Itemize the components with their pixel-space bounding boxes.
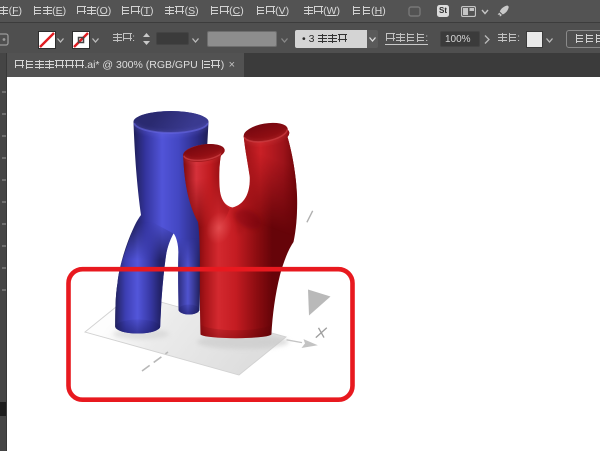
stroke-weight-chevron-icon[interactable] bbox=[192, 37, 199, 43]
opacity-label[interactable]: : bbox=[385, 32, 429, 45]
tool-icon-edge bbox=[2, 157, 6, 159]
dashed-axis-line bbox=[141, 351, 169, 372]
document-tab-bar: .ai* @ 300% (RGB/GPU ) × bbox=[7, 53, 600, 77]
document-tab[interactable]: .ai* @ 300% (RGB/GPU ) × bbox=[7, 53, 244, 77]
tool-icon-edge bbox=[2, 135, 6, 137]
blue-tube[interactable] bbox=[115, 111, 209, 334]
style-swatch[interactable] bbox=[526, 31, 543, 48]
blue-right-foot-shade bbox=[178, 304, 200, 315]
adobe-stock-icon[interactable]: St bbox=[437, 5, 449, 17]
tools-panel-edge[interactable] bbox=[0, 53, 7, 451]
brush-definition-field[interactable]: • 3 bbox=[295, 30, 367, 48]
stroke-weight-field[interactable] bbox=[156, 32, 189, 45]
tool-icon-edge bbox=[2, 113, 6, 115]
tool-icon-edge bbox=[2, 179, 6, 181]
blue-left-foot-shade bbox=[115, 319, 161, 334]
fill-chevron-icon[interactable] bbox=[57, 37, 64, 43]
menu-item-select[interactable]: (S) bbox=[165, 5, 199, 17]
tool-icon-edge bbox=[2, 91, 6, 93]
menu-item-object[interactable]: (O) bbox=[76, 5, 111, 17]
style-chevron-icon[interactable] bbox=[546, 37, 553, 43]
opacity-expand-chevron-icon[interactable] bbox=[484, 35, 490, 44]
menu-item-effect[interactable]: (C) bbox=[209, 5, 244, 17]
tool-icon-edge bbox=[2, 267, 6, 269]
opacity-field[interactable]: 100% bbox=[440, 31, 480, 47]
brush-chevron-button[interactable] bbox=[367, 30, 378, 48]
width-profile-chevron-icon[interactable] bbox=[281, 38, 288, 43]
anchor-reference-icon bbox=[0, 33, 9, 46]
menu-item-file[interactable]: (F) bbox=[0, 5, 22, 17]
brush-bullet: • bbox=[302, 33, 306, 45]
tool-icon-edge bbox=[2, 289, 6, 291]
menu-item-view[interactable]: (V) bbox=[255, 5, 289, 17]
tab-close-icon[interactable]: × bbox=[229, 53, 235, 77]
menu-item-type[interactable]: (T) bbox=[120, 5, 154, 17]
stroke-weight-label: : bbox=[112, 32, 135, 44]
width-profile-field[interactable] bbox=[207, 31, 277, 47]
tool-icon-edge bbox=[2, 245, 6, 247]
x-axis-label: X bbox=[315, 325, 326, 341]
share-icon[interactable] bbox=[408, 6, 422, 18]
control-bar: : • 3 : 100% : bbox=[0, 22, 600, 53]
tool-icon-edge bbox=[2, 201, 6, 203]
stroke-chevron-icon[interactable] bbox=[92, 37, 99, 43]
menu-item-help[interactable]: (H) bbox=[351, 5, 386, 17]
tool-color-well bbox=[0, 402, 6, 416]
rocket-icon[interactable] bbox=[496, 4, 511, 19]
menu-item-window[interactable]: (W) bbox=[303, 5, 340, 17]
tick-slash bbox=[306, 210, 314, 223]
style-label: : bbox=[497, 32, 520, 44]
play-triangle bbox=[308, 289, 331, 316]
brush-name: 3 bbox=[309, 33, 348, 45]
tool-icon-edge bbox=[2, 223, 6, 225]
illustrator-window: X (F) (E) (O) (T) (S) (C) (V) (W) (H) St… bbox=[0, 0, 600, 451]
menu-bar: (F) (E) (O) (T) (S) (C) (V) (W) (H) St bbox=[0, 0, 600, 22]
stroke-color-swatch[interactable] bbox=[71, 31, 90, 49]
stroke-weight-stepper[interactable] bbox=[142, 32, 151, 46]
fill-color-swatch[interactable] bbox=[37, 31, 56, 49]
menu-item-edit[interactable]: (E) bbox=[32, 5, 66, 17]
document-setup-button[interactable] bbox=[566, 30, 600, 48]
document-tab-title: .ai* @ 300% (RGB/GPU ) bbox=[14, 59, 224, 71]
chevron-down-icon[interactable] bbox=[481, 9, 489, 15]
workspace-switcher-icon[interactable] bbox=[461, 6, 476, 17]
